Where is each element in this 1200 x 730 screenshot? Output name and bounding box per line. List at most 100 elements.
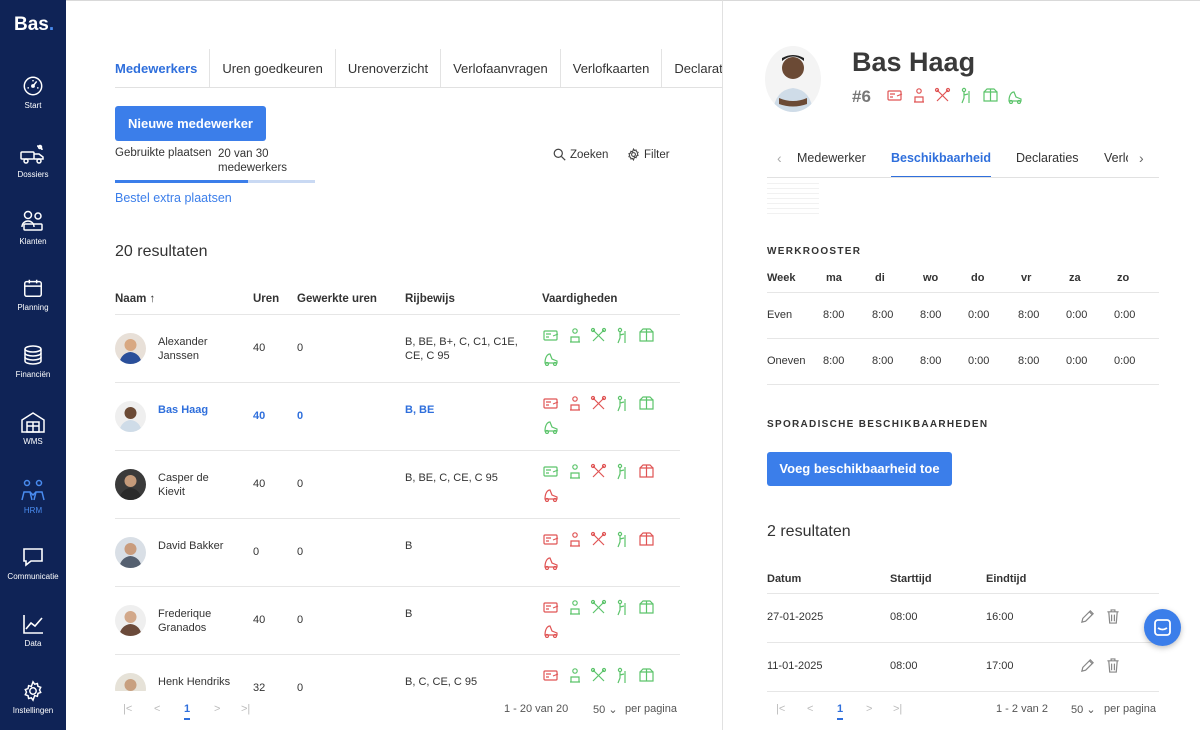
skill-box-icon [638, 327, 660, 349]
table-row[interactable]: Casper de Kievit 40 0 B, BE, C, CE, C 95 [115, 450, 680, 518]
skill-box-icon [638, 531, 660, 553]
avatar [115, 605, 146, 636]
schedule-cell: 8:00 [872, 355, 894, 367]
sidebar-item-label: WMS [23, 437, 43, 446]
logo[interactable]: Bas. [14, 14, 54, 36]
page-number[interactable]: 1 [837, 703, 844, 720]
employee-name: Henk Hendriks [158, 676, 231, 688]
sidebar-item-dossiers[interactable]: Dossiers [0, 142, 66, 202]
prev-page-icon[interactable]: < [807, 703, 813, 715]
skill-license-card-icon [542, 667, 564, 689]
sidebar-item-hrm[interactable]: HRM [0, 478, 66, 538]
sidebar-item-financien[interactable]: Financiën [0, 344, 66, 404]
employee-skills [542, 531, 672, 575]
tab-verlofkaarten[interactable]: Verlofkaarten [559, 49, 662, 87]
employee-number: #6 [852, 87, 871, 106]
support-chat-button[interactable] [1144, 609, 1181, 646]
col-naam[interactable]: Naam ↑ [115, 293, 155, 305]
skill-person-icon [566, 667, 588, 689]
people-icon [21, 479, 45, 501]
tab-verlofaanvragen[interactable]: Verlofaanvragen [440, 49, 560, 87]
calendar-icon [24, 279, 42, 297]
last-page-icon[interactable]: >| [893, 703, 902, 715]
tab-declaraties[interactable]: Declaraties [1016, 151, 1079, 165]
skill-tools-icon [590, 531, 612, 553]
next-page-icon[interactable]: > [866, 703, 872, 715]
employee-license: B, C, CE, C 95 [405, 676, 478, 688]
col-gewerkte-uren[interactable]: Gewerkte uren [297, 293, 377, 305]
table-row[interactable]: Alexander Janssen 40 0 B, BE, B+, C, C1, C1… [115, 314, 680, 382]
employee-skills [542, 463, 672, 507]
logo-text: Bas [14, 14, 49, 35]
schedule-cell: 0:00 [1114, 355, 1136, 367]
col-rijbewijs[interactable]: Rijbewijs [405, 293, 455, 305]
first-page-icon[interactable]: |< [776, 703, 785, 715]
tab-medewerkers[interactable]: Medewerkers [115, 49, 209, 87]
skill-person-icon [566, 463, 588, 485]
sidebar-item-start[interactable]: Start [0, 75, 66, 135]
logo-dot: . [48, 14, 55, 35]
sidebar-item-communicatie[interactable]: Communicatie [0, 546, 66, 606]
sidebar-item-planning[interactable]: Planning [0, 277, 66, 337]
avatar [765, 46, 821, 112]
divider [767, 593, 1159, 594]
search-button[interactable]: Zoeken [553, 148, 608, 161]
table-row[interactable]: Frederique Granados 40 0 B [115, 586, 680, 654]
availability-start: 08:00 [890, 660, 918, 672]
page-number[interactable]: 1 [184, 703, 191, 720]
schedule-cell: 8:00 [872, 309, 894, 321]
tab-declaraties[interactable]: Declaraties [661, 49, 722, 87]
sort-arrow-up-icon: ↑ [149, 293, 156, 305]
avatar [115, 673, 146, 691]
schedule-cell: 8:00 [1018, 309, 1040, 321]
schedule-col-header: ma [826, 272, 842, 284]
tab-uren-goedkeuren[interactable]: Uren goedkeuren [209, 49, 334, 87]
table-row[interactable]: Bas Haag 40 0 B, BE [115, 382, 680, 450]
tab-label: Medewerkers [115, 51, 197, 87]
order-extra-places-link[interactable]: Bestel extra plaatsen [115, 191, 232, 205]
chevron-right-icon[interactable]: › [1139, 150, 1144, 166]
filter-label: Filter [644, 149, 670, 161]
divider [767, 338, 1159, 339]
tab-urenoverzicht[interactable]: Urenoverzicht [334, 49, 440, 87]
loading-placeholder [767, 183, 819, 217]
skill-box-icon [638, 463, 660, 485]
skill-tools-icon [934, 87, 956, 109]
sidebar-item-instellingen[interactable]: Instellingen [0, 680, 66, 730]
filter-button[interactable]: Filter [627, 147, 670, 162]
per-page-select[interactable]: 50 ⌄ [1071, 703, 1096, 716]
tab-verlof[interactable]: Verlof [1104, 151, 1128, 165]
employee-worked-hours: 0 [297, 342, 304, 354]
sidebar-item-wms[interactable]: WMS [0, 411, 66, 471]
table-row[interactable]: David Bakker 0 0 B [115, 518, 680, 586]
add-availability-button[interactable]: Voeg beschikbaarheid toe [767, 452, 952, 486]
sidebar-item-label: Start [24, 101, 42, 110]
edit-icon[interactable] [1080, 658, 1095, 678]
trash-icon[interactable] [1106, 658, 1120, 678]
sidebar-item-data[interactable]: Data [0, 613, 66, 673]
first-page-icon[interactable]: |< [123, 703, 132, 715]
sidebar-item-label: Klanten [19, 237, 47, 246]
schedule-col-header: di [875, 272, 885, 284]
employee-hours: 0 [253, 546, 260, 558]
table-row[interactable]: Henk Hendriks 32 0 B, C, CE, C 95 [115, 654, 680, 691]
trash-icon[interactable] [1106, 609, 1120, 629]
schedule-cell: 0:00 [968, 355, 990, 367]
prev-page-icon[interactable]: < [154, 703, 160, 715]
edit-icon[interactable] [1080, 609, 1095, 629]
next-page-icon[interactable]: > [214, 703, 220, 715]
col-vaardigheden[interactable]: Vaardigheden [542, 293, 617, 305]
per-page-select[interactable]: 50 ⌄ [593, 703, 618, 716]
col-uren[interactable]: Uren [253, 293, 279, 305]
new-employee-button[interactable]: Nieuwe medewerker [115, 106, 266, 141]
chevron-left-icon[interactable]: ‹ [777, 150, 782, 166]
tab-medewerker[interactable]: Medewerker [797, 151, 866, 165]
availability-eind: 16:00 [986, 611, 1014, 623]
skill-forklift-icon [542, 689, 564, 691]
warehouse-icon [21, 412, 45, 433]
sidebar-item-klanten[interactable]: Klanten [0, 209, 66, 269]
tab-beschikbaarheid[interactable]: Beschikbaarheid [891, 151, 992, 177]
employee-name: Bas Haag [852, 47, 976, 77]
last-page-icon[interactable]: >| [241, 703, 250, 715]
per-page-label: per pagina [625, 703, 677, 715]
